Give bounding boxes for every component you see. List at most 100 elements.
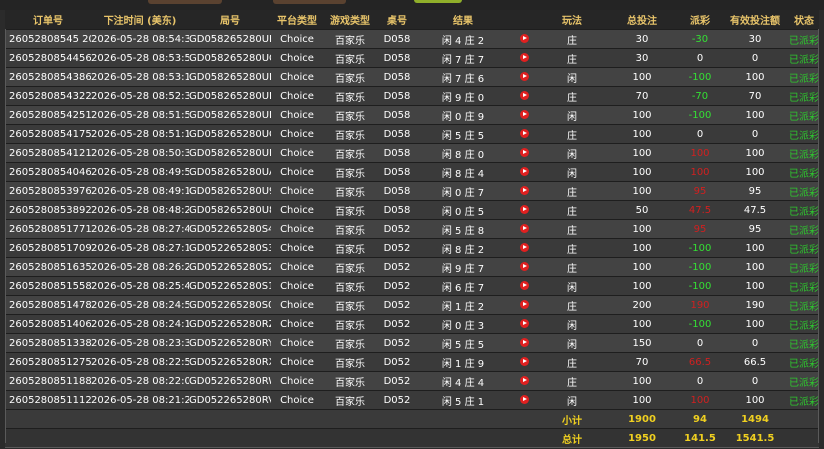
total-bet-cell: 100: [605, 314, 679, 334]
payout-cell: 0: [679, 48, 721, 68]
replay-cell: [509, 295, 539, 315]
valid-bet-cell: 100: [721, 238, 789, 258]
status-cell: 已派彩: [789, 86, 819, 106]
table-id-cell: D058: [377, 162, 417, 182]
table-row: 2605280851558502026-05-28 08:25:45GD0522…: [5, 276, 819, 296]
platform-cell: Choice: [271, 124, 323, 144]
platform-cell: Choice: [271, 143, 323, 163]
toolbar-tab-active[interactable]: [414, 0, 462, 3]
play-replay-icon[interactable]: [519, 129, 529, 138]
play-replay-icon[interactable]: [519, 34, 529, 43]
status-cell: 已派彩: [789, 200, 819, 220]
table-id-cell: D052: [377, 276, 417, 296]
play-replay-icon[interactable]: [519, 224, 529, 233]
table-row: 2605280851406282026-05-28 08:24:10GD0522…: [5, 314, 819, 334]
play-replay-icon[interactable]: [519, 300, 529, 309]
play-replay-icon[interactable]: [519, 243, 529, 252]
table-id-cell: D052: [377, 257, 417, 277]
subtotal-bet: 1900: [605, 409, 679, 429]
subtotal-payout: 94: [679, 409, 721, 429]
order-id-cell: 260528085177127: [5, 219, 91, 239]
platform-cell: Choice: [271, 390, 323, 410]
replay-cell: [509, 143, 539, 163]
total-bet-cell: 150: [605, 333, 679, 353]
table-row: 2605280854251072026-05-28 08:51:59GD0582…: [5, 105, 819, 125]
table-id-cell: D052: [377, 371, 417, 391]
table-row: 2605280854456522026-05-28 08:53:58GD0582…: [5, 48, 819, 68]
table-body: 26052808545 20332026-05-28 08:54:36GD058…: [5, 29, 819, 410]
play-replay-icon[interactable]: [519, 205, 529, 214]
status-cell: 已派彩: [789, 390, 819, 410]
play-replay-icon[interactable]: [519, 338, 529, 347]
play-replay-icon[interactable]: [519, 53, 529, 62]
total-bet-cell: 50: [605, 200, 679, 220]
replay-cell: [509, 371, 539, 391]
col-replay-header: [509, 10, 539, 30]
order-id-cell: 260528085111285: [5, 390, 91, 410]
play-replay-icon[interactable]: [519, 110, 529, 119]
bet-time-cell: 2026-05-28 08:27:47: [91, 219, 189, 239]
status-cell: 已派彩: [789, 162, 819, 182]
table-row: 2605280851635012026-05-28 08:26:28GD0522…: [5, 257, 819, 277]
platform-cell: Choice: [271, 333, 323, 353]
table-id-cell: D058: [377, 143, 417, 163]
game-type-cell: 百家乐: [323, 48, 377, 68]
platform-cell: Choice: [271, 48, 323, 68]
round-id-cell: GD058265280UC: [189, 124, 271, 144]
play-replay-icon[interactable]: [519, 319, 529, 328]
game-type-cell: 百家乐: [323, 181, 377, 201]
bet-time-cell: 2026-05-28 08:21:21: [91, 390, 189, 410]
status-cell: 已派彩: [789, 295, 819, 315]
play-type-cell: 庄: [539, 29, 605, 49]
table-header-row: 订单号 下注时间 (美东) 局号 平台类型 游戏类型 桌号 结果 玩法 总投注 派彩 有效投注额 状态: [5, 10, 819, 30]
result-cell: 闲 5 庄 1: [417, 390, 509, 410]
replay-cell: [509, 219, 539, 239]
play-replay-icon[interactable]: [519, 376, 529, 385]
payout-cell: 0: [679, 333, 721, 353]
valid-bet-cell: 30: [721, 29, 789, 49]
col-total-bet-header: 总投注: [605, 10, 679, 30]
status-cell: 已派彩: [789, 352, 819, 372]
replay-cell: [509, 162, 539, 182]
game-type-cell: 百家乐: [323, 295, 377, 315]
play-type-cell: 庄: [539, 48, 605, 68]
payout-cell: 47.5: [679, 200, 721, 220]
valid-bet-cell: 0: [721, 371, 789, 391]
toolbar-tab-middle[interactable]: [273, 0, 346, 4]
status-cell: 已派彩: [789, 29, 819, 49]
round-id-cell: GD058265280UH: [189, 29, 271, 49]
order-id-cell: 260528085147871: [5, 295, 91, 315]
platform-cell: Choice: [271, 162, 323, 182]
order-id-cell: 260528085445652: [5, 48, 91, 68]
platform-cell: Choice: [271, 86, 323, 106]
order-id-cell: 260528085170997: [5, 238, 91, 258]
game-type-cell: 百家乐: [323, 162, 377, 182]
order-id-cell: 260528085133895: [5, 333, 91, 353]
play-replay-icon[interactable]: [519, 357, 529, 366]
result-cell: 闲 9 庄 7: [417, 257, 509, 277]
play-replay-icon[interactable]: [519, 281, 529, 290]
play-replay-icon[interactable]: [519, 91, 529, 100]
play-replay-icon[interactable]: [519, 148, 529, 157]
play-type-cell: 庄: [539, 181, 605, 201]
game-type-cell: 百家乐: [323, 257, 377, 277]
valid-bet-cell: 100: [721, 257, 789, 277]
result-cell: 闲 6 庄 7: [417, 276, 509, 296]
toolbar-tab-left[interactable]: [148, 0, 222, 4]
bet-time-cell: 2026-05-28 08:24:56: [91, 295, 189, 315]
play-replay-icon[interactable]: [519, 186, 529, 195]
valid-bet-cell: 0: [721, 48, 789, 68]
total-bet-cell: 100: [605, 67, 679, 87]
play-replay-icon[interactable]: [519, 262, 529, 271]
play-replay-icon[interactable]: [519, 72, 529, 81]
payout-cell: 95: [679, 219, 721, 239]
status-cell: 已派彩: [789, 48, 819, 68]
play-replay-icon[interactable]: [519, 167, 529, 176]
platform-cell: Choice: [271, 67, 323, 87]
status-cell: 已派彩: [789, 143, 819, 163]
play-replay-icon[interactable]: [519, 395, 529, 404]
total-bet-cell: 30: [605, 48, 679, 68]
table-id-cell: D052: [377, 352, 417, 372]
subtotal-valid: 1494: [721, 409, 789, 429]
table-row: 2605280853976052026-05-28 08:49:12GD0582…: [5, 181, 819, 201]
